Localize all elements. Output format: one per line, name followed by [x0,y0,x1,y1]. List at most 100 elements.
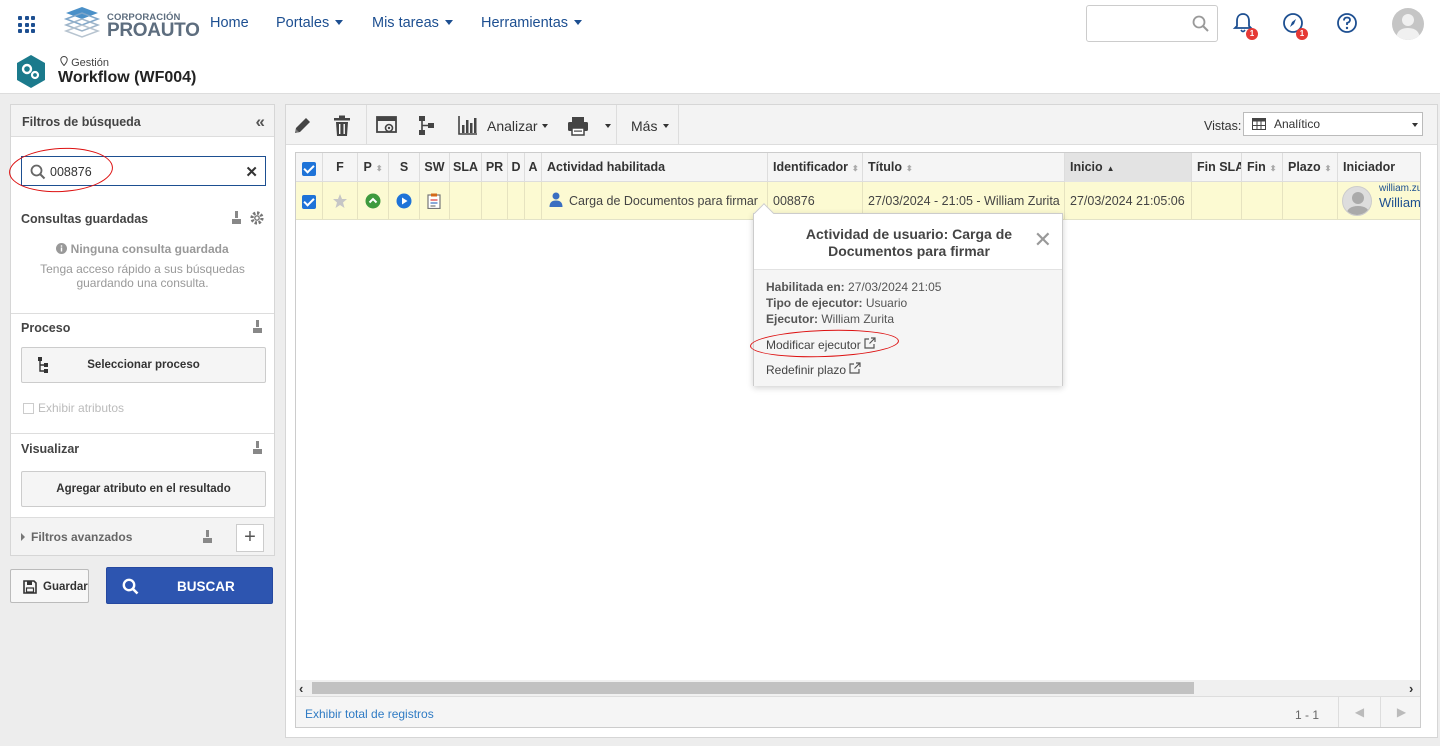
column-header-identifier[interactable]: Identificador ⬍ [768,153,863,182]
broom-icon[interactable] [252,441,263,458]
column-header-fin[interactable]: Fin ⬍ [1242,153,1283,182]
column-header-f[interactable]: F [323,153,358,182]
view-process-button[interactable] [376,116,398,155]
star-icon[interactable] [332,193,348,209]
show-total-link[interactable]: Exhibir total de registros [305,707,434,721]
column-header-title[interactable]: Título ⬍ [863,153,1065,182]
nav-portales[interactable]: Portales [276,15,344,31]
horizontal-scrollbar[interactable]: ‹ › [296,680,1420,696]
executor-type-label: Tipo de ejecutor: [766,296,863,310]
redefine-deadline-label: Redefinir plazo [766,363,847,377]
add-attribute-button[interactable]: Agregar atributo en el resultado [21,471,266,507]
column-header-pr[interactable]: PR [482,153,508,182]
fin-cell [1242,182,1283,220]
chevron-down-icon [663,124,669,128]
gear-icon[interactable] [249,210,265,229]
help-icon [1337,13,1357,33]
column-header-a[interactable]: A [525,153,542,182]
more-dropdown[interactable]: Más [631,105,673,144]
column-header-sw[interactable]: SW [420,153,450,182]
scroll-left-icon[interactable]: ‹ [299,681,303,696]
initiator-name: William [1379,195,1421,210]
search-button[interactable]: BUSCAR [106,567,273,604]
page-range: 1 - 1 [1295,708,1320,722]
column-header-sla[interactable]: SLA [450,153,482,182]
column-header-d[interactable]: D [508,153,525,182]
broom-icon[interactable] [231,211,242,228]
nav-herramientas[interactable]: Herramientas [481,15,583,31]
d-cell [508,182,525,220]
edit-button[interactable] [292,116,314,155]
chevron-right-icon [21,533,25,541]
executor-type-value: Usuario [865,296,908,310]
analyze-label: Analizar [487,118,538,134]
select-all-header[interactable] [296,153,323,182]
advanced-filters-label: Filtros avanzados [31,530,133,544]
popover-title: Actividad de usuario: Carga de Documento… [805,226,1013,259]
column-header-fin-sla[interactable]: Fin SLA [1192,153,1242,182]
delete-button[interactable] [332,115,354,154]
global-search-input[interactable] [1086,5,1218,42]
close-icon[interactable]: ✕ [1034,229,1052,251]
column-label: F [336,160,344,174]
add-filter-button[interactable]: + [236,524,264,552]
broom-icon[interactable] [252,320,263,337]
chevron-down-icon [542,124,548,128]
activity-popover: Actividad de usuario: Carga de Documento… [753,203,1063,386]
row-checkbox[interactable] [302,195,316,209]
enabled-at-label: Habilitada en: [766,280,845,294]
scroll-right-icon[interactable]: › [1409,681,1413,696]
analyze-dropdown[interactable]: Analizar [486,105,552,144]
process-flow-button[interactable] [418,115,438,154]
company-logo[interactable]: CORPORACIÓN PROAUTO [62,5,200,41]
collapse-panel-icon[interactable]: « [256,112,266,132]
search-icon [1192,15,1209,32]
next-page-button[interactable]: ▶ [1380,697,1420,727]
column-label: Fin SLA [1197,160,1242,174]
chevron-down-icon [605,124,611,128]
user-avatar[interactable] [1392,8,1424,40]
column-header-p[interactable]: P ⬍ [358,153,389,182]
broom-icon[interactable] [202,530,213,547]
column-header-initiator[interactable]: Iniciador [1338,153,1420,182]
favorite-cell[interactable] [323,182,358,220]
row-select-cell[interactable] [296,182,323,220]
views-select[interactable]: Analítico [1243,112,1423,136]
column-label: Identificador [773,160,849,174]
advanced-filters-bar[interactable]: Filtros avanzados + [11,517,274,555]
column-label: Título [868,160,903,174]
process-tree-icon [38,357,48,373]
pr-cell [482,182,508,220]
column-label: SW [424,160,445,174]
clear-search-icon[interactable]: ✕ [245,163,258,181]
nav-mis-tareas[interactable]: Mis tareas [372,15,453,31]
column-label: Iniciador [1343,160,1396,174]
fin-sla-cell [1192,182,1242,220]
analyze-chart-icon[interactable] [458,115,480,154]
tasks-compass-button[interactable]: 1 [1282,12,1308,40]
column-header-start[interactable]: Inicio ▲ [1065,153,1192,182]
select-all-checkbox[interactable] [302,162,316,176]
redefine-deadline-link[interactable]: Redefinir plazo [766,362,861,377]
column-label: SLA [453,160,478,174]
show-attributes-checkbox[interactable]: Exhibir atributos [23,401,124,415]
print-dropdown[interactable] [567,116,611,155]
clipboard-icon [427,193,441,209]
column-header-s[interactable]: S [389,153,420,182]
activity-cell[interactable]: Carga de Documentos para firmar [542,182,768,220]
search-icon [122,578,139,595]
column-header-plazo[interactable]: Plazo ⬍ [1283,153,1338,182]
previous-page-button[interactable]: ◀ [1338,697,1380,727]
select-process-button[interactable]: Seleccionar proceso [21,347,266,383]
priority-cell [358,182,389,220]
window-view-icon [376,116,397,133]
help-button[interactable] [1336,12,1360,36]
nav-home[interactable]: Home [210,15,249,31]
saved-empty-text: Tenga acceso rápido a sus búsquedas guar… [40,262,245,290]
top-navbar: CORPORACIÓN PROAUTO Home Portales Mis ta… [0,0,1440,48]
apps-grid-icon[interactable] [18,16,35,33]
save-query-button[interactable]: Guardar [10,569,89,603]
scrollbar-thumb[interactable] [312,682,1194,694]
column-header-activity[interactable]: Actividad habilitada [542,153,768,182]
notifications-button[interactable]: 1 [1232,12,1258,40]
